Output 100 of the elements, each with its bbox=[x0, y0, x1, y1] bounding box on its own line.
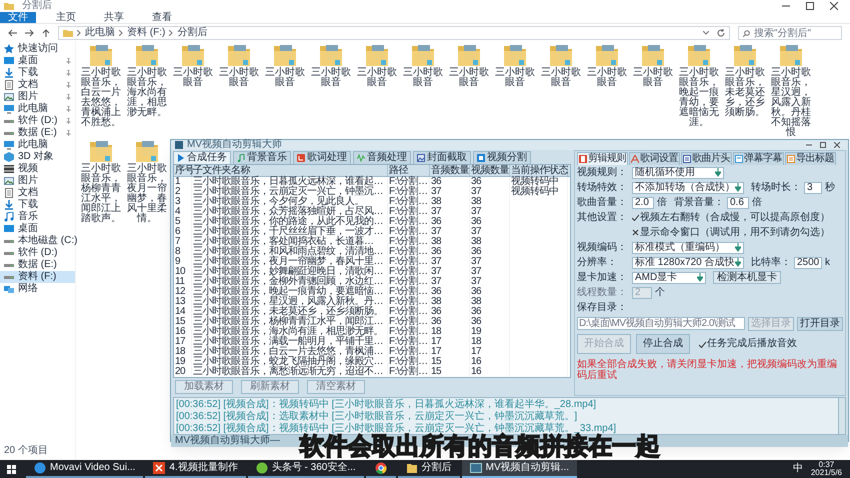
taskbar-button[interactable]: MV视频自动剪辑... bbox=[462, 460, 578, 478]
button[interactable]: 检测本机显卡 bbox=[713, 271, 781, 284]
nav-item[interactable]: 此电脑 bbox=[0, 103, 75, 115]
folder-label[interactable]: 三小时歌眼音 bbox=[539, 68, 583, 88]
column-header[interactable]: 视频数量 bbox=[470, 165, 510, 176]
input-field[interactable]: 2500 bbox=[794, 256, 822, 268]
folder-label[interactable]: 三小时歌眼音 bbox=[309, 68, 353, 88]
close-icon[interactable] bbox=[830, 2, 838, 10]
nav-item[interactable]: 下载 bbox=[0, 67, 75, 79]
checkbox[interactable]: 显示命令窗口（调试用，用不到请勿勾选） bbox=[632, 228, 830, 238]
button[interactable]: 加载素材 bbox=[175, 380, 233, 394]
folder-label[interactable]: 三小时歌眼音 bbox=[585, 68, 629, 88]
nav-item[interactable]: 软件 (D:) bbox=[0, 247, 75, 259]
dropdown[interactable]: 标准 1280x720 合成快 bbox=[632, 256, 744, 268]
nav-item[interactable]: 此电脑 bbox=[0, 139, 75, 151]
nav-item[interactable]: 图片 bbox=[0, 91, 75, 103]
nav-item[interactable]: 软件 (D:) bbox=[0, 115, 75, 127]
tab[interactable]: 封面截取 bbox=[413, 151, 471, 164]
tab[interactable]: 导出标题 bbox=[785, 152, 836, 165]
nav-item[interactable]: 视频 bbox=[0, 163, 75, 175]
column-header[interactable]: 路径 bbox=[388, 165, 430, 176]
chevron-down-icon[interactable] bbox=[703, 31, 709, 35]
taskbar-button[interactable]: Movavi Video Sui... bbox=[26, 460, 144, 478]
folder-label[interactable]: 三小时歌眼音乐，星汉迥，风露入新秋。丹桂不知摇落恨 bbox=[769, 68, 813, 138]
button[interactable]: 清空素材 bbox=[307, 380, 365, 394]
tab[interactable]: 弹幕字幕 bbox=[733, 152, 784, 165]
nav-item[interactable]: 网络 bbox=[0, 283, 75, 295]
column-header[interactable]: 当前操作状态 bbox=[510, 165, 568, 176]
dropdown[interactable]: 随机循环使用 bbox=[632, 166, 724, 178]
folder-label[interactable]: 三小时歌眼音乐，白云一片去悠悠，青枫浦上不胜愁。 bbox=[79, 68, 123, 128]
nav-item[interactable]: 下载 bbox=[0, 199, 75, 211]
folder-label[interactable]: 三小时歌眼音乐，杨柳青青江水平，闻郎江上踏歌声。 bbox=[79, 164, 123, 224]
breadcrumb-item[interactable]: 资料 (F:) bbox=[127, 28, 166, 38]
folder-label[interactable]: 三小时歌眼音 bbox=[263, 68, 307, 88]
taskbar-button[interactable] bbox=[366, 460, 396, 478]
ribbon-tab[interactable]: 共享 bbox=[96, 12, 132, 23]
input-method-indicator[interactable]: 中 bbox=[792, 464, 803, 474]
tab[interactable]: 背景音乐 bbox=[233, 151, 291, 164]
dropdown[interactable]: 不添加转场（合成快） bbox=[632, 182, 744, 194]
taskbar-button[interactable]: 头条号 - 360安全... bbox=[248, 460, 364, 478]
nav-item[interactable]: 3D 对象 bbox=[0, 151, 75, 163]
column-header[interactable]: 子文件夹名称 bbox=[192, 165, 388, 176]
nav-item[interactable]: 数据 (E:) bbox=[0, 127, 75, 139]
tab[interactable]: 歌词设置 bbox=[629, 152, 680, 165]
breadcrumb-item[interactable]: 此电脑 bbox=[85, 28, 115, 38]
tab[interactable]: 合成任务 bbox=[173, 151, 231, 164]
folder-label[interactable]: 三小时歌眼音 bbox=[493, 68, 537, 88]
column-header[interactable]: 音频数量 bbox=[430, 165, 470, 176]
nav-item[interactable]: 音乐 bbox=[0, 211, 75, 223]
maximize-icon[interactable] bbox=[806, 2, 814, 10]
close-icon[interactable] bbox=[834, 142, 840, 148]
nav-item[interactable]: 资料 (F:) bbox=[0, 271, 75, 283]
folder-label[interactable]: 三小时歌眼音 bbox=[171, 68, 215, 88]
input-field[interactable]: 3 bbox=[804, 182, 822, 194]
nav-item[interactable]: 数据 (E:) bbox=[0, 259, 75, 271]
tab[interactable]: 剪辑规则 bbox=[577, 152, 628, 165]
ribbon-tab[interactable]: 主页 bbox=[48, 12, 84, 23]
dropdown[interactable]: AMD显卡 bbox=[632, 272, 706, 284]
breadcrumb-item[interactable]: 分割后 bbox=[177, 28, 208, 38]
folder-label[interactable]: 三小时歌眼音 bbox=[217, 68, 261, 88]
button[interactable]: 打开目录 bbox=[797, 316, 843, 330]
input-field[interactable]: 0.6 bbox=[727, 196, 749, 208]
ribbon-tab[interactable]: 查看 bbox=[144, 12, 180, 23]
nav-item[interactable]: 文档 bbox=[0, 187, 75, 199]
refresh-icon[interactable] bbox=[717, 29, 725, 37]
tab[interactable]: 歌词处理 bbox=[293, 151, 351, 164]
taskbar-button[interactable]: 分割后 bbox=[398, 460, 460, 478]
input-field[interactable]: D:\桌面\MV视频自动剪辑大师2.0\测试 bbox=[577, 317, 745, 330]
folder-label[interactable]: 三小时歌眼音 bbox=[355, 68, 399, 88]
ribbon-tab[interactable]: 文件 bbox=[0, 12, 36, 23]
minimize-icon[interactable] bbox=[806, 142, 812, 148]
nav-item[interactable]: 桌面 bbox=[0, 55, 75, 67]
dropdown[interactable]: 标准模式（重编码） bbox=[632, 242, 744, 254]
up-arrow-icon[interactable] bbox=[42, 29, 50, 37]
folder-label[interactable]: 三小时歌眼音 bbox=[631, 68, 675, 88]
checkbox[interactable]: 任务完成后播放音效 bbox=[699, 339, 797, 349]
tab[interactable]: 歌曲片头 bbox=[681, 152, 732, 165]
button[interactable]: 停止合成 bbox=[636, 334, 690, 354]
folder-label[interactable]: 三小时歌眼音 bbox=[401, 68, 445, 88]
nav-item[interactable]: 快速访问 bbox=[0, 43, 75, 55]
column-header[interactable]: 序号 bbox=[174, 165, 192, 176]
maximize-icon[interactable] bbox=[820, 142, 826, 148]
forward-arrow-icon[interactable] bbox=[25, 29, 34, 37]
tab[interactable]: 视频分割 bbox=[473, 151, 531, 164]
address-field[interactable]: 此电脑 资料 (F:) 分割后 bbox=[58, 26, 730, 40]
tab[interactable]: 音频处理 bbox=[353, 151, 411, 164]
nav-item[interactable]: 文档 bbox=[0, 79, 75, 91]
back-arrow-icon[interactable] bbox=[8, 29, 17, 37]
folder-label[interactable]: 三小时歌眼音乐，晚起一痕青幼，要遮暗恼无涯。 bbox=[677, 68, 721, 128]
folder-label[interactable]: 三小时歌眼音乐，未老莫还乡，还乡须断肠。 bbox=[723, 68, 767, 118]
folder-label[interactable]: 三小时歌眼音 bbox=[447, 68, 491, 88]
taskbar-button[interactable]: 4.视频批量制作 bbox=[145, 460, 246, 478]
nav-item[interactable]: 本地磁盘 (C:) bbox=[0, 235, 75, 247]
search-field[interactable]: 搜索"分割后" bbox=[738, 26, 842, 40]
button[interactable]: 刷新素材 bbox=[241, 380, 299, 394]
nav-item[interactable]: 图片 bbox=[0, 175, 75, 187]
folder-label[interactable]: 三小时歌眼音乐，夜月一帘幽梦，春风十里柔情。 bbox=[125, 164, 169, 224]
folder-label[interactable]: 三小时歌眼音乐，海水尚有涯，相思渺无畔。 bbox=[125, 68, 169, 118]
nav-item[interactable]: 桌面 bbox=[0, 223, 75, 235]
checkbox[interactable]: 视频左右翻转（合成慢，可以提高原创度） bbox=[632, 212, 830, 222]
